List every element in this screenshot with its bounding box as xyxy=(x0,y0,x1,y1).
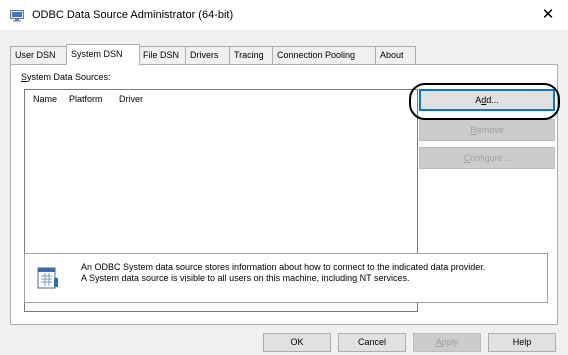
tab-panel-system-dsn: System Data Sources: Name Platform Drive… xyxy=(10,64,558,325)
tab-about[interactable]: About xyxy=(375,46,416,64)
close-icon[interactable]: ✕ xyxy=(536,4,560,26)
help-button[interactable]: Help xyxy=(488,333,556,352)
window-title: ODBC Data Source Administrator (64-bit) xyxy=(32,9,234,21)
column-header-name[interactable]: Name xyxy=(33,94,57,104)
title-bar: ODBC Data Source Administrator (64-bit) … xyxy=(0,0,568,30)
tab-file-dsn[interactable]: File DSN xyxy=(138,46,188,64)
tab-connection-pooling[interactable]: Connection Pooling xyxy=(272,46,377,64)
system-data-sources-label: System Data Sources: xyxy=(21,72,111,82)
tab-system-dsn[interactable]: System DSN xyxy=(66,44,140,65)
tab-user-dsn[interactable]: User DSN xyxy=(10,46,68,64)
info-text-line-2: A System data source is visible to all u… xyxy=(81,273,410,283)
apply-button[interactable]: Apply xyxy=(413,333,481,352)
info-text-line-1: An ODBC System data source stores inform… xyxy=(81,262,486,272)
cancel-button[interactable]: Cancel xyxy=(338,333,406,352)
column-header-platform[interactable]: Platform xyxy=(69,94,103,104)
info-text: An ODBC System data source stores inform… xyxy=(81,262,485,284)
odbc-admin-icon xyxy=(10,10,24,22)
info-box: An ODBC System data source stores inform… xyxy=(24,253,548,303)
tab-tracing[interactable]: Tracing xyxy=(229,46,274,64)
configure-button[interactable]: Configure... xyxy=(419,147,555,169)
ok-button[interactable]: OK xyxy=(263,333,331,352)
remove-button[interactable]: Remove xyxy=(419,119,555,141)
tab-drivers[interactable]: Drivers xyxy=(185,46,231,64)
data-source-book-icon xyxy=(37,267,58,289)
column-header-driver[interactable]: Driver xyxy=(119,94,143,104)
add-button[interactable]: Add... xyxy=(419,89,555,111)
